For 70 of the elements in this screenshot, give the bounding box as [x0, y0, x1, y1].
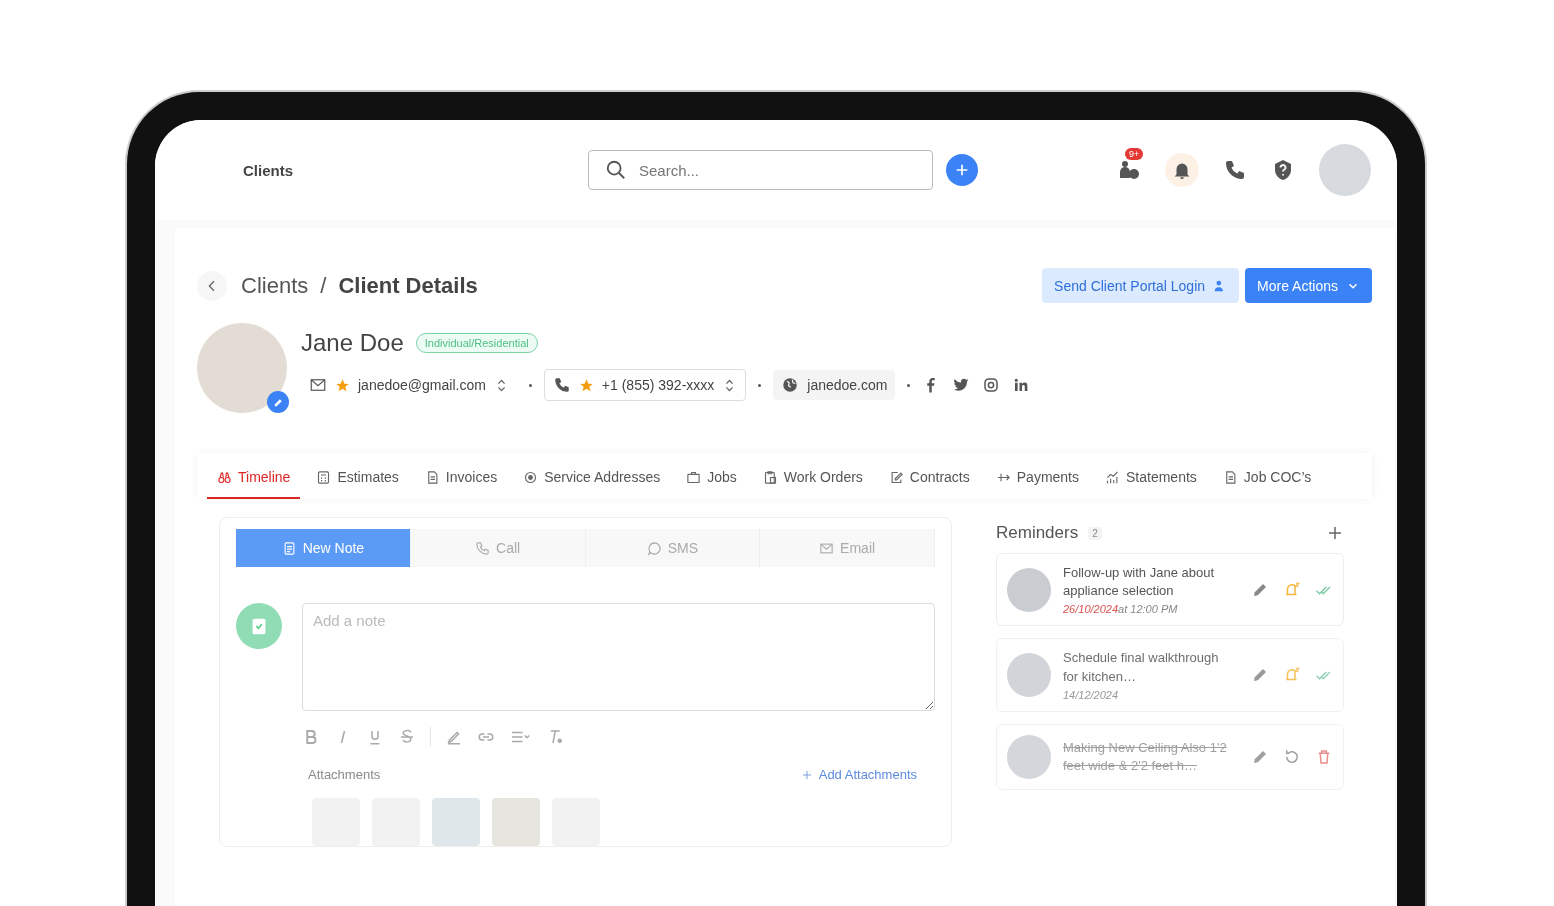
globe-icon — [781, 376, 800, 394]
section-tab[interactable]: Estimates — [306, 463, 409, 499]
section-tab[interactable]: Service Addresses — [513, 463, 671, 499]
client-type-tag: Individual/Residential — [415, 333, 538, 353]
mail-icon — [309, 376, 327, 394]
attachments-label: Attachments — [308, 767, 381, 782]
tab-icon — [819, 540, 835, 556]
search-icon — [605, 159, 627, 181]
section-tab[interactable]: Statements — [1095, 463, 1207, 499]
breadcrumb-link[interactable]: Clients — [241, 272, 309, 299]
reminder-card[interactable]: Follow-up with Jane about appliance selection 26/10/2024at 12:00 PM — [996, 553, 1344, 627]
section-tab[interactable]: Payments — [985, 463, 1089, 499]
section-tab[interactable]: Invoices — [414, 463, 508, 499]
plus-icon — [954, 162, 970, 178]
search-field[interactable]: Search... — [588, 150, 933, 190]
reminder-date: 26/10/2024at 12:00 PM — [1063, 603, 1179, 616]
note-input[interactable]: Add a note — [302, 603, 935, 711]
reminder-card[interactable]: Schedule final walkthrough for kitchen… 14/12/2024 — [996, 638, 1344, 712]
email-selector[interactable]: janedoe@gmail.com — [301, 370, 517, 400]
client-name: Jane Doe — [301, 329, 404, 357]
tab-icon — [1105, 469, 1120, 485]
back-button[interactable] — [197, 270, 227, 301]
tab-icon — [523, 469, 539, 485]
star-icon — [335, 377, 350, 393]
breadcrumb-current: Client Details — [338, 272, 478, 299]
star-icon — [578, 377, 594, 393]
add-icon[interactable] — [1326, 524, 1344, 542]
add-attachments-link[interactable]: Add Attachments — [800, 767, 917, 782]
more-actions-button[interactable]: More Actions — [1245, 268, 1372, 303]
phone-icon[interactable] — [1223, 158, 1247, 182]
tab-icon — [686, 469, 702, 485]
notification-count-badge: 9+ — [1125, 148, 1144, 160]
section-tab[interactable]: Contracts — [878, 463, 980, 499]
section-tab[interactable]: Timeline — [207, 463, 301, 499]
reminders-count: 2 — [1088, 526, 1102, 540]
avatar-placeholder — [1007, 567, 1051, 612]
tab-icon — [217, 469, 232, 485]
reminder-title: Schedule final walkthrough for kitchen… — [1063, 649, 1220, 686]
tab-icon — [762, 469, 778, 485]
page-title: Clients — [243, 161, 294, 179]
tab-icon — [646, 540, 662, 556]
search-input[interactable]: Search... — [637, 160, 916, 180]
avatar-placeholder — [1007, 734, 1051, 779]
send-portal-login-button[interactable]: Send Client Portal Login — [1042, 268, 1240, 303]
website-link[interactable]: janedoe.com — [773, 370, 896, 400]
tab-icon — [475, 540, 491, 556]
plus-icon — [800, 768, 813, 781]
section-tab[interactable]: Work Orders — [752, 463, 873, 499]
bell-icon[interactable] — [1165, 153, 1199, 187]
reminders-title: Reminders — [996, 523, 1079, 543]
section-tab[interactable]: Job COC’s — [1212, 463, 1322, 499]
reminder-date: 14/12/2024 — [1063, 688, 1120, 701]
phone-selector[interactable]: +1 (855) 392-xxxx — [543, 369, 747, 401]
tab-icon — [888, 469, 904, 485]
avatar-placeholder — [1007, 653, 1051, 698]
section-tab[interactable]: Jobs — [676, 463, 747, 499]
strikethrough-button[interactable] — [398, 728, 416, 746]
reminder-title: Follow-up with Jane about appliance selection — [1063, 564, 1216, 601]
restore-icon[interactable] — [1283, 747, 1301, 766]
reminder-title: Making New Ceiling Also 1'2 feet wide & 2'2 feet h… — [1063, 738, 1228, 775]
edit-photo-icon[interactable] — [267, 391, 289, 413]
phone-icon — [552, 376, 571, 394]
team-chat-icon[interactable] — [1117, 158, 1141, 182]
instagram-icon[interactable] — [982, 376, 1001, 394]
add-button[interactable] — [946, 154, 978, 186]
tab-icon — [281, 540, 297, 556]
twitter-icon[interactable] — [952, 376, 971, 394]
user-avatar[interactable] — [1319, 144, 1371, 196]
breadcrumb-separator: / — [320, 272, 327, 299]
tab-icon — [316, 469, 332, 485]
